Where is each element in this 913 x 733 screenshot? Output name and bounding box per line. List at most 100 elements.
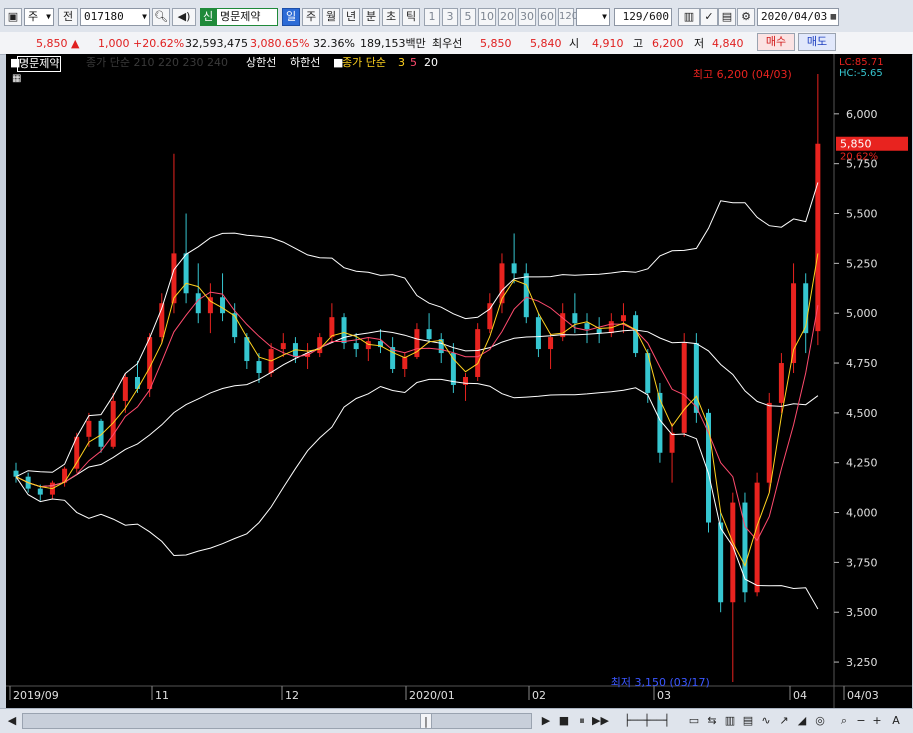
period-select[interactable]: 주 ▼ [24,8,54,26]
interval-120[interactable]: 120 [558,8,578,26]
search-icon[interactable]: 🔍︎ [152,8,170,26]
candle-body [778,363,784,403]
interval-10[interactable]: 10 [478,8,496,26]
stop-icon[interactable]: ■ [556,713,572,729]
candle-body [511,263,517,274]
count-input[interactable]: 129/600 [614,8,672,26]
settings-icon[interactable]: ◎ [812,713,828,729]
tab-period-1[interactable]: 주 [302,8,320,26]
y-tick-label: 4,250 [846,457,878,470]
date-input[interactable]: 2020/04/03 ▦ [757,8,839,26]
candle-body [523,273,529,318]
x-tick-label: 03 [657,689,671,702]
volume: 32,593,475 [185,37,248,50]
tab-period-5[interactable]: 초 [382,8,400,26]
candle-body [463,376,469,385]
open-price: 4,910 [592,37,624,50]
change-percent: +20.62% [133,37,185,50]
sell-button[interactable]: 매도 [798,33,836,51]
interval-3[interactable]: 3 [442,8,458,26]
interval-30[interactable]: 30 [518,8,536,26]
tab-period-4[interactable]: 분 [362,8,380,26]
low-label: 저 [694,37,705,50]
y-tick-label: 3,750 [846,556,878,569]
candle-body [766,402,772,483]
interval-20[interactable]: 20 [498,8,516,26]
candle-body [475,329,481,377]
date-value: 2020/04/03 [761,10,828,23]
candle-body [86,420,92,437]
candle-body [693,343,699,413]
interval-1[interactable]: 1 [424,8,440,26]
tab-period-2[interactable]: 월 [322,8,340,26]
last-pct-label: 20.62% [840,152,878,163]
open-label: 시 [569,37,580,50]
candle-body [718,522,724,603]
candle-body [584,323,590,330]
trend-icon[interactable]: ↗ [776,713,792,729]
fast-forward-icon[interactable]: ▶▶ [592,713,609,729]
zoom-out-icon[interactable]: − [854,713,868,729]
screenshot-icon[interactable]: ▭ [686,713,702,729]
legend-upper-limit[interactable]: 상한선 [246,56,276,70]
high-price: 6,200 [652,37,684,50]
candle-body [280,343,286,350]
volume-ratio: 3,080.65% [250,37,310,50]
tab-period-3[interactable]: 년 [342,8,360,26]
text-tool-icon[interactable]: A [888,713,904,729]
play-icon[interactable]: ▶ [538,713,554,729]
hc-indicator: HC:-5.65 [839,68,883,79]
best-quote-label: 최우선 [432,37,463,50]
interval-custom-input[interactable]: ▼ [576,8,610,26]
candle-body [669,432,675,453]
area-chart-icon[interactable]: ◢ [794,713,810,729]
grid-icon[interactable]: ▦ [12,72,21,86]
interval-5[interactable]: 5 [460,8,476,26]
candle-body [256,361,262,373]
zoom-in-icon[interactable]: + [870,713,884,729]
legend-ma3[interactable]: 3 [398,56,405,70]
prev-button[interactable]: 전 [58,8,78,26]
compare-icon[interactable]: ⇆ [704,713,720,729]
bar-chart-icon[interactable]: ▤ [740,713,756,729]
x-tick-label: 2019/09 [13,689,59,702]
legend-long-ma[interactable]: 종가 단순 210 220 230 240 [86,56,228,70]
tab-period-0[interactable]: 일 [282,8,300,26]
candle-body [122,376,128,401]
legend-lower-limit[interactable]: 하한선 [290,56,320,70]
candle-body [341,317,347,344]
save-icon[interactable]: ▤ [718,8,736,26]
volume-chart-icon[interactable]: ▥ [722,713,738,729]
best-bid: 5,840 [530,37,562,50]
horizontal-scrollbar[interactable] [22,713,532,729]
chart-type-icon[interactable]: ▥ [678,8,700,26]
stock-name-field[interactable]: 명문제약 [216,8,278,26]
count-total: /600 [642,10,670,23]
stock-code-input[interactable]: 017180 ▼ [80,8,150,26]
menu-icon[interactable]: ▣ [4,8,22,26]
tab-period-6[interactable]: 틱 [402,8,420,26]
x-tick-label: 04/03 [847,689,879,702]
sound-icon[interactable]: ◀) [172,8,196,26]
price-chart[interactable]: 6,000 5,750 5,500 5,250 5,000 4,750 4,500 4,250… [6,54,912,708]
line-chart-icon[interactable]: ∿ [758,713,774,729]
chart-canvas[interactable]: 6,0005,7505,5005,2505,0004,7504,5004,250… [6,54,912,708]
buy-button[interactable]: 매수 [757,33,795,51]
pause-icon[interactable]: ⏸ [574,713,590,729]
low-price: 4,840 [712,37,744,50]
chevron-down-icon: ▼ [602,12,607,21]
interval-60[interactable]: 60 [538,8,556,26]
indicator-icon[interactable]: ✓ [700,8,718,26]
legend-ma5[interactable]: 5 [410,56,417,70]
candle-body [815,143,821,332]
legend-ma20[interactable]: 20 [424,56,438,70]
current-price: 5,850 [36,37,68,50]
scroll-left-icon[interactable]: ◀ [4,713,20,729]
legend-stock-name[interactable]: 명문제약 [17,56,62,72]
candle-body [681,343,687,433]
legend-ma-label[interactable]: 종가 단순 [342,56,386,70]
zoom-slider[interactable]: ├──┼──┤ [612,713,682,729]
zoom-icon[interactable]: ⌕ [836,713,852,729]
scrollbar-thumb[interactable]: | [420,713,432,729]
gear-icon[interactable]: ⚙ [737,8,755,26]
